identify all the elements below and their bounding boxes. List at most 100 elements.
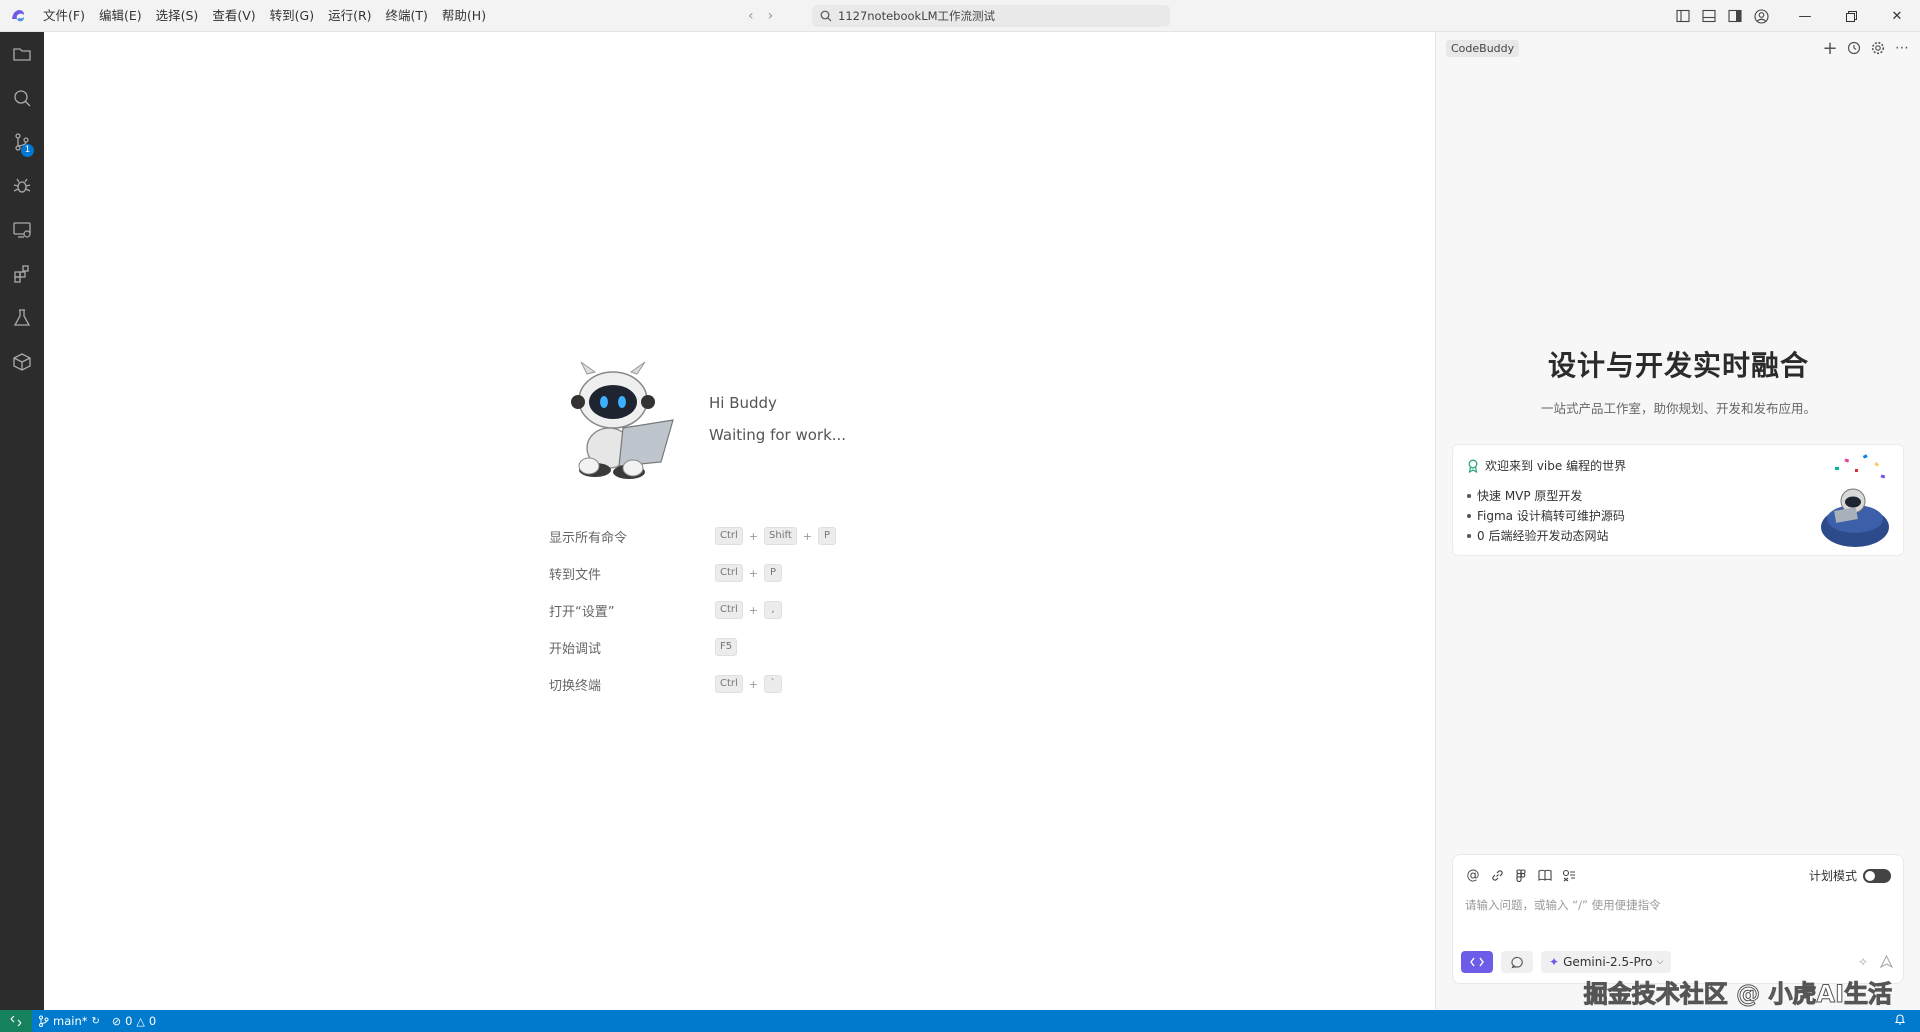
- shortcut-label: 切换终端: [549, 678, 602, 694]
- search-icon[interactable]: [0, 76, 44, 120]
- panel-tab-codebuddy[interactable]: CodeBuddy: [1446, 40, 1520, 57]
- bullet: [1467, 493, 1471, 498]
- toggle-primary-sidebar-icon[interactable]: [1670, 0, 1696, 32]
- shortcut-row[interactable]: 打开“设置” Ctrl + ,: [549, 599, 869, 621]
- welcome-card[interactable]: 欢迎来到 vibe 编程的世界 快速 MVP 原型开发 Figma 设计稿转可维…: [1452, 444, 1904, 556]
- shortcut-keys: Ctrl + `: [715, 675, 783, 693]
- panel-actions: + ⋯: [1822, 38, 1910, 59]
- chat-mode-button[interactable]: [1501, 951, 1533, 973]
- list-item-text: Figma 设计稿转可维护源码: [1477, 509, 1625, 523]
- extensions-icon[interactable]: [0, 252, 44, 296]
- menu-bar: 文件(F) 编辑(E) 选择(S) 查看(V) 转到(G) 运行(R) 终端(T…: [36, 0, 493, 32]
- remote-icon: [10, 1015, 22, 1027]
- shortcut-row[interactable]: 开始调试 F5: [549, 636, 869, 658]
- list-item: Figma 设计稿转可维护源码: [1467, 507, 1625, 524]
- key-cap: F5: [715, 638, 738, 656]
- shortcut-label: 打开“设置”: [549, 604, 615, 620]
- shortcut-label: 转到文件: [549, 567, 602, 583]
- plus-sign: +: [748, 566, 759, 580]
- warning-count: 0: [148, 1014, 157, 1028]
- key-cap: Ctrl: [715, 601, 743, 619]
- watermark-text: 掘金技术社区 @ 小虎AI生活: [1583, 980, 1892, 1009]
- new-chat-icon[interactable]: +: [1822, 38, 1838, 59]
- toggle-switch[interactable]: [1863, 868, 1891, 883]
- command-center-search[interactable]: 1127notebookLM工作流测试: [812, 5, 1170, 27]
- chat-toolbar: @: [1465, 867, 1577, 883]
- chat-bottom-bar: ✦ Gemini-2.5-Pro ⌵: [1461, 951, 1672, 973]
- link-icon[interactable]: [1489, 867, 1505, 883]
- package-icon[interactable]: [0, 340, 44, 384]
- remote-indicator[interactable]: [0, 1010, 32, 1032]
- menu-view[interactable]: 查看(V): [205, 0, 262, 32]
- list-item-text: 快速 MVP 原型开发: [1477, 489, 1583, 503]
- menu-help[interactable]: 帮助(H): [435, 0, 493, 32]
- mention-icon[interactable]: @: [1465, 867, 1481, 883]
- menu-selection[interactable]: 选择(S): [149, 0, 206, 32]
- menu-edit[interactable]: 编辑(E): [92, 0, 149, 32]
- shortcut-row[interactable]: 转到文件 Ctrl + P: [549, 562, 869, 584]
- model-name: Gemini-2.5-Pro: [1563, 955, 1653, 969]
- book-icon[interactable]: [1537, 867, 1553, 883]
- history-icon[interactable]: [1846, 40, 1862, 56]
- plan-mode-label: 计划模式: [1808, 869, 1857, 883]
- key-cap: P: [764, 564, 783, 582]
- codebuddy-panel: CodeBuddy + ⋯ 设计与开发实时融合 一站式产品工作室，助你规划、开发…: [1435, 32, 1920, 1010]
- problems-indicator[interactable]: ⊘ 0 △ 0: [106, 1014, 162, 1028]
- settings-gear-icon[interactable]: [1870, 40, 1886, 56]
- error-icon: ⊘: [111, 1014, 122, 1028]
- window-controls: — ✕: [1670, 0, 1920, 32]
- testing-icon[interactable]: [0, 296, 44, 340]
- menu-goto[interactable]: 转到(G): [263, 0, 321, 32]
- shortcut-keys: F5: [715, 638, 738, 656]
- notifications-bell-icon[interactable]: [1894, 1013, 1906, 1029]
- git-branch[interactable]: main* ↻: [32, 1014, 106, 1028]
- explorer-icon[interactable]: [0, 32, 44, 76]
- shortcut-row[interactable]: 切换终端 Ctrl + `: [549, 673, 869, 695]
- shortcut-keys: Ctrl + P: [715, 564, 783, 582]
- minimize-icon[interactable]: —: [1782, 0, 1828, 32]
- shortcut-label: 开始调试: [549, 641, 602, 657]
- rules-icon[interactable]: [1561, 867, 1577, 883]
- toggle-secondary-sidebar-icon[interactable]: [1722, 0, 1748, 32]
- award-icon: [1468, 459, 1478, 473]
- figma-icon[interactable]: [1513, 867, 1529, 883]
- source-control-icon[interactable]: 1: [0, 120, 44, 164]
- chat-message-input[interactable]: [1465, 897, 1885, 937]
- menu-terminal[interactable]: 终端(T): [379, 0, 435, 32]
- shortcut-row[interactable]: 显示所有命令 Ctrl + Shift + P: [549, 525, 869, 547]
- plan-mode-toggle[interactable]: 计划模式: [1809, 867, 1891, 884]
- key-cap: `: [764, 675, 783, 693]
- toggle-panel-icon[interactable]: [1696, 0, 1722, 32]
- title-bar: 文件(F) 编辑(E) 选择(S) 查看(V) 转到(G) 运行(R) 终端(T…: [0, 0, 1920, 32]
- restore-icon[interactable]: [1828, 0, 1874, 32]
- debug-icon[interactable]: [0, 164, 44, 208]
- warning-icon: △: [136, 1014, 145, 1028]
- source-control-badge: 1: [21, 144, 34, 157]
- plus-sign: +: [802, 529, 812, 543]
- code-mode-button[interactable]: [1461, 951, 1493, 973]
- close-icon[interactable]: ✕: [1874, 0, 1920, 32]
- remote-explorer-icon[interactable]: [0, 208, 44, 252]
- send-icon[interactable]: [1879, 954, 1894, 971]
- sync-icon[interactable]: ↻: [91, 1016, 99, 1027]
- forward-arrow-icon[interactable]: ›: [768, 8, 774, 24]
- account-icon[interactable]: [1748, 0, 1774, 32]
- list-item: 快速 MVP 原型开发: [1467, 487, 1582, 504]
- error-count: 0: [125, 1014, 133, 1028]
- enhance-prompt-icon[interactable]: ✧: [1858, 955, 1868, 971]
- app-logo-icon: [0, 0, 36, 32]
- bullet: [1467, 513, 1471, 518]
- nav-arrows: ‹ ›: [748, 0, 773, 32]
- chat-input-box: @ 计划模式 ✦: [1452, 854, 1904, 984]
- more-icon[interactable]: ⋯: [1894, 40, 1910, 56]
- back-arrow-icon[interactable]: ‹: [748, 8, 754, 24]
- sparkle-icon: ✦: [1549, 955, 1560, 969]
- chat-send-area: ✧: [1858, 954, 1894, 971]
- bullet: [1467, 533, 1471, 538]
- branch-name: main*: [53, 1014, 88, 1028]
- menu-file[interactable]: 文件(F): [36, 0, 92, 32]
- menu-run[interactable]: 运行(R): [321, 0, 378, 32]
- key-cap: Shift: [764, 527, 797, 545]
- hero-subtitle: 一站式产品工作室，助你规划、开发和发布应用。: [1540, 401, 1816, 416]
- model-select[interactable]: ✦ Gemini-2.5-Pro ⌵: [1541, 951, 1672, 973]
